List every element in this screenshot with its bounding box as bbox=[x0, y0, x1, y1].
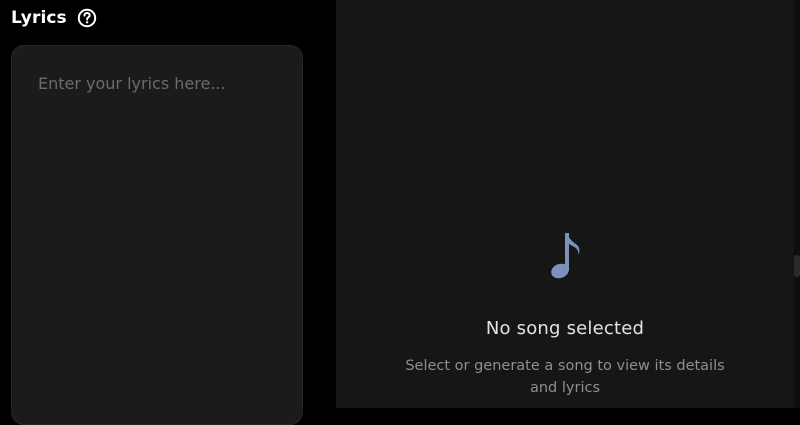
empty-state-subtitle: Select or generate a song to view its de… bbox=[405, 358, 725, 396]
empty-state-title: No song selected bbox=[485, 318, 645, 339]
scrollbar-track[interactable] bbox=[794, 0, 800, 408]
question-circle-icon[interactable] bbox=[77, 8, 97, 28]
scrollbar-handle[interactable] bbox=[794, 255, 800, 277]
lyrics-panel: Lyrics bbox=[0, 0, 336, 425]
lyrics-input-box bbox=[11, 45, 303, 425]
music-note-icon bbox=[551, 233, 580, 279]
lyrics-header: Lyrics bbox=[11, 6, 97, 30]
lyrics-title: Lyrics bbox=[11, 8, 67, 28]
lyrics-textarea[interactable] bbox=[12, 46, 302, 424]
empty-state: No song selected Select or generate a so… bbox=[336, 230, 794, 399]
